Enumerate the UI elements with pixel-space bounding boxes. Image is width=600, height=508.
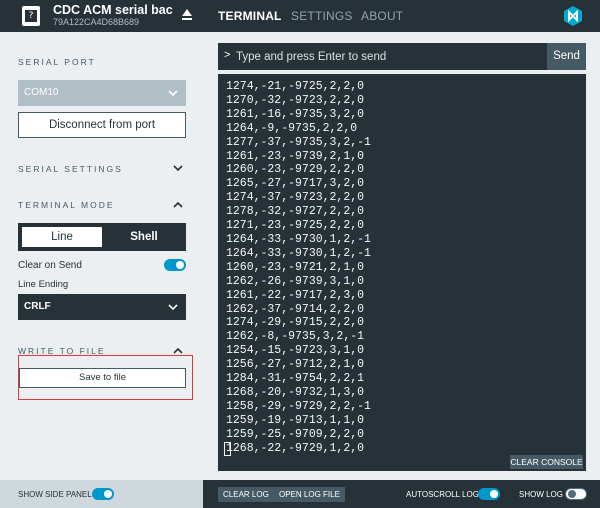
serial-settings-title[interactable]: SERIAL SETTINGS: [18, 164, 123, 174]
line-ending-value: CRLF: [24, 301, 51, 312]
show-log-label: SHOW LOG: [519, 490, 564, 499]
save-to-file-button[interactable]: Save to file: [19, 368, 186, 388]
terminal-line: 1260,-23,-9729,2,2,0: [226, 163, 365, 177]
terminal-line: 1256,-27,-9712,2,1,0: [226, 358, 365, 372]
terminal-mode-toggle: Line Shell: [18, 223, 186, 251]
device-serial: 79A122CA4D68B689: [53, 17, 140, 27]
terminal-line: 1262,-8,-9735,3,2,-1: [226, 330, 365, 344]
terminal-line: 1254,-15,-9723,3,1,0: [226, 344, 365, 358]
terminal-line: 1284,-31,-9754,2,2,1: [226, 372, 365, 386]
terminal-line: 1261,-22,-9717,2,3,0: [226, 288, 365, 302]
terminal-line: 1264,-33,-9730,1,2,-1: [226, 232, 371, 246]
autoscroll-log-toggle[interactable]: [478, 488, 500, 500]
command-bar: > Send: [218, 43, 586, 70]
disconnect-button[interactable]: Disconnect from port: [18, 112, 186, 138]
clear-on-send-toggle[interactable]: [164, 259, 186, 271]
terminal-line: 1274,-21,-9725,2,2,0: [226, 80, 365, 93]
terminal-line: 1259,-19,-9713,1,1,0: [226, 413, 365, 427]
terminal-cursor: [224, 442, 231, 456]
tab-about[interactable]: ABOUT: [361, 9, 403, 23]
chevron-down-icon: [168, 304, 178, 311]
terminal-line: 1265,-27,-9717,3,2,0: [226, 177, 365, 191]
open-log-file-button[interactable]: OPEN LOG FILE: [274, 487, 345, 502]
terminal-lines: 1274,-21,-9725,2,2,0 1270,-32,-9723,2,2,0…: [226, 80, 371, 455]
footer-bar: SHOW SIDE PANEL CLEAR LOG OPEN LOG FILE …: [0, 480, 600, 508]
terminal-line: 1274,-37,-9723,2,2,0: [226, 191, 365, 205]
line-ending-label: Line Ending: [18, 279, 69, 290]
chevron-up-icon[interactable]: [173, 201, 183, 208]
show-side-panel-label: SHOW SIDE PANEL: [18, 490, 92, 499]
clear-log-button[interactable]: CLEAR LOG: [218, 487, 274, 502]
show-log-toggle[interactable]: [565, 488, 587, 500]
clear-on-send-label: Clear on Send: [18, 260, 82, 271]
mode-shell-button[interactable]: Shell: [106, 227, 182, 247]
terminal-line: 1262,-37,-9714,2,2,0: [226, 302, 365, 316]
terminal-line: 1259,-25,-9709,2,2,0: [226, 427, 365, 441]
chevron-down-icon[interactable]: [173, 165, 183, 172]
terminal-line: 1271,-23,-9725,2,2,0: [226, 219, 365, 233]
terminal-line: 1270,-32,-9723,2,2,0: [226, 93, 365, 107]
terminal-line: 1264,-33,-9730,1,2,-1: [226, 246, 371, 260]
terminal-output[interactable]: 1274,-21,-9725,2,2,0 1270,-32,-9723,2,2,0…: [218, 74, 586, 471]
terminal-mode-title[interactable]: TERMINAL MODE: [18, 200, 115, 210]
terminal-main: > Send 1274,-21,-9725,2,2,01270,-32,-972…: [203, 32, 600, 480]
terminal-line: 1274,-29,-9715,2,2,0: [226, 316, 365, 330]
device-icon[interactable]: ?: [22, 6, 40, 26]
command-input[interactable]: [236, 46, 546, 67]
terminal-line: 1264,-9,-9735,2,2,0: [226, 121, 358, 135]
chevron-down-icon: [168, 90, 178, 97]
chevron-up-icon[interactable]: [173, 347, 183, 354]
show-side-panel-toggle[interactable]: [92, 488, 114, 500]
terminal-line: 1268,-22,-9729,1,2,0: [226, 441, 365, 455]
tab-terminal[interactable]: TERMINAL: [218, 9, 282, 23]
terminal-line: 1261,-16,-9735,3,2,0: [226, 107, 365, 121]
terminal-line: 1277,-37,-9735,3,2,-1: [226, 135, 371, 149]
terminal-line: 1268,-20,-9732,1,3,0: [226, 385, 365, 399]
eject-icon[interactable]: [181, 8, 193, 22]
side-panel: SERIAL PORT COM10 Disconnect from port S…: [0, 32, 203, 480]
nordic-logo-icon: [564, 6, 582, 26]
clear-console-button[interactable]: CLEAR CONSOLE: [510, 455, 583, 469]
tab-settings[interactable]: SETTINGS: [291, 9, 353, 23]
app-header: ? CDC ACM serial backe… 79A122CA4D68B689…: [0, 0, 600, 32]
prompt-glyph: >: [224, 49, 231, 61]
send-button[interactable]: Send: [547, 43, 586, 70]
footer-side: SHOW SIDE PANEL: [0, 480, 203, 508]
terminal-line: 1262,-26,-9739,3,1,0: [226, 274, 365, 288]
serial-port-value: COM10: [24, 87, 59, 98]
terminal-line: 1261,-23,-9739,2,1,0: [226, 149, 365, 163]
serial-port-select[interactable]: COM10: [18, 80, 186, 106]
terminal-line: 1260,-23,-9721,2,1,0: [226, 260, 365, 274]
line-ending-select[interactable]: CRLF: [18, 294, 186, 320]
autoscroll-log-label: AUTOSCROLL LOG: [406, 490, 479, 499]
terminal-line: 1258,-29,-9729,2,2,-1: [226, 399, 371, 413]
serial-port-title: SERIAL PORT: [18, 57, 96, 67]
mode-line-button[interactable]: Line: [22, 227, 102, 247]
device-chip-glyph: ?: [25, 10, 37, 22]
terminal-line: 1278,-32,-9727,2,2,0: [226, 205, 365, 219]
